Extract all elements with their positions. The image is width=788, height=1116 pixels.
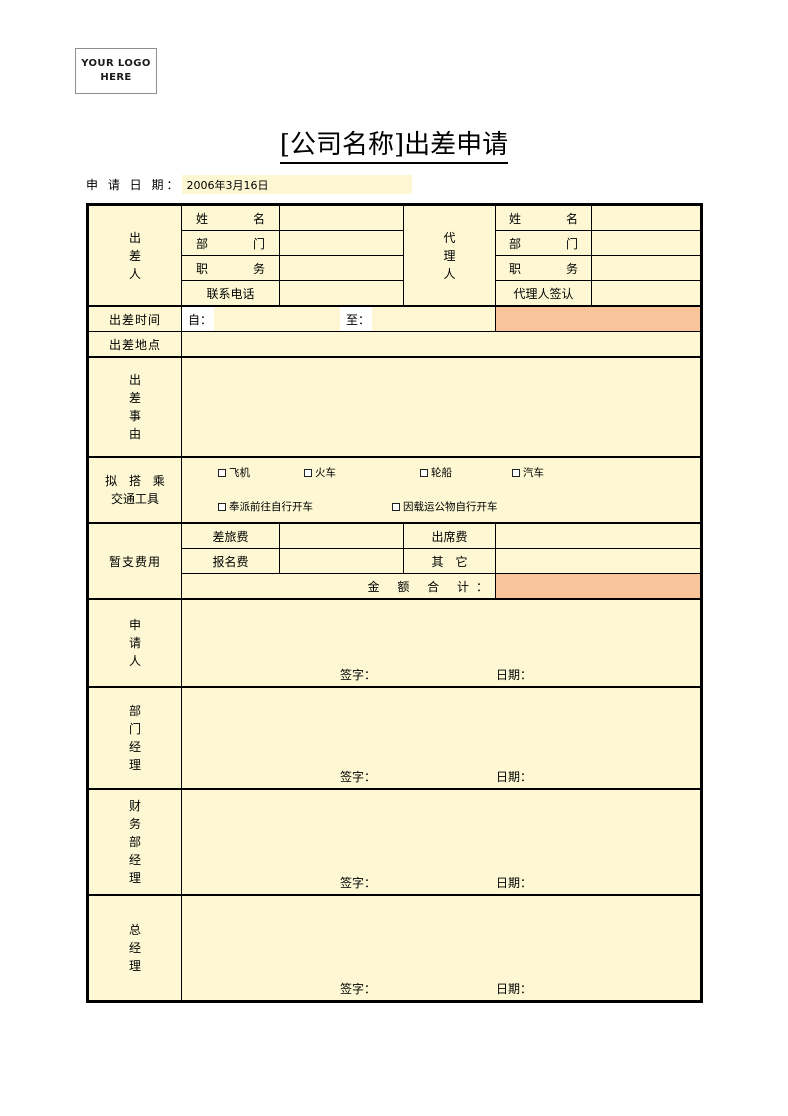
- signature-applicant-area[interactable]: 签字： 日期：: [181, 598, 703, 688]
- checkbox-icon[interactable]: [512, 468, 520, 477]
- agent-confirm-value[interactable]: [591, 280, 703, 307]
- traveler-name-label: 姓 名: [181, 203, 280, 231]
- expense-travel-value[interactable]: [279, 522, 404, 549]
- company-logo-placeholder: YOUR LOGO HERE: [75, 48, 157, 94]
- transport-label: 拟 搭 乘 交通工具: [86, 456, 182, 524]
- transport-options-row-1: 飞机 火车 轮船 汽车: [182, 465, 700, 480]
- traveler-phone-value[interactable]: [279, 280, 404, 307]
- row-signature-general-manager: 总经理 签字： 日期：: [86, 894, 703, 1003]
- traveler-phone-label: 联系电话: [181, 280, 280, 307]
- transport-option-plane[interactable]: 飞机: [218, 465, 304, 480]
- expense-total-value[interactable]: [495, 573, 703, 600]
- row-expense-1: 暂支费用 差旅费 出席费: [86, 522, 703, 600]
- signature-applicant-date-label: 日期：: [496, 668, 533, 682]
- travel-time-to-label: 至：: [340, 307, 373, 331]
- travel-time-range[interactable]: 自： 至：: [181, 305, 496, 332]
- row-signature-finance-manager: 财务部经理 签字： 日期：: [86, 788, 703, 896]
- expense-travel-label: 差旅费: [181, 522, 280, 549]
- travel-application-table: 出差人 姓 名 代理人 姓 名 部 门 部 门 职 务 职 务 联系电话 代理人…: [86, 203, 703, 1003]
- agent-department-label: 部 门: [495, 230, 592, 256]
- checkbox-icon[interactable]: [392, 502, 400, 511]
- transport-option-train[interactable]: 火车: [304, 465, 420, 480]
- transport-option-bus[interactable]: 汽车: [512, 465, 544, 480]
- application-date-value[interactable]: 2006年3月16日: [182, 175, 413, 194]
- signature-general-manager-area[interactable]: 签字： 日期：: [181, 894, 703, 1003]
- row-signature-dept-manager: 部门经理 签字： 日期：: [86, 686, 703, 790]
- agent-department-value[interactable]: [591, 230, 703, 256]
- agent-section-label: 代理人: [403, 203, 496, 307]
- signature-applicant-label: 申请人: [86, 598, 182, 688]
- application-date-label: 申 请 日 期：: [86, 178, 182, 192]
- expense-total-label: 金 额 合 计：: [181, 573, 496, 600]
- transport-options-row-2: 奉派前往自行开车 因载运公物自行开车: [182, 480, 700, 514]
- travel-time-from-label: 自：: [182, 307, 215, 331]
- agent-name-value[interactable]: [591, 203, 703, 231]
- signature-dept-manager-sign-label: 签字：: [340, 770, 377, 784]
- logo-line-2: HERE: [100, 72, 132, 83]
- application-date-row: 申 请 日 期： 2006年3月16日: [86, 175, 413, 194]
- travel-time-to-value[interactable]: [372, 307, 459, 331]
- travel-time-label: 出差时间: [86, 305, 182, 332]
- signature-finance-manager-area[interactable]: 签字： 日期：: [181, 788, 703, 896]
- traveler-position-label: 职 务: [181, 255, 280, 281]
- signature-finance-manager-date-label: 日期：: [496, 876, 533, 890]
- traveler-position-value[interactable]: [279, 255, 404, 281]
- traveler-section-label: 出差人: [86, 203, 182, 307]
- logo-line-1: YOUR LOGO: [81, 58, 151, 69]
- travel-time-from-value[interactable]: [214, 307, 341, 331]
- signature-general-manager-date-label: 日期：: [496, 982, 533, 996]
- signature-finance-manager-label: 财务部经理: [86, 788, 182, 896]
- signature-finance-manager-sign-label: 签字：: [340, 876, 377, 890]
- transport-option-self-drive-assigned[interactable]: 奉派前往自行开车: [218, 499, 392, 514]
- traveler-name-value[interactable]: [279, 203, 404, 231]
- signature-general-manager-label: 总经理: [86, 894, 182, 1003]
- agent-position-label: 职 务: [495, 255, 592, 281]
- agent-position-value[interactable]: [591, 255, 703, 281]
- signature-dept-manager-label: 部门经理: [86, 686, 182, 790]
- expense-section-label: 暂支费用: [86, 522, 182, 600]
- expense-attendance-label: 出席费: [403, 522, 496, 549]
- page-title: [公司名称]出差申请: [0, 124, 788, 164]
- signature-dept-manager-date-label: 日期：: [496, 770, 533, 784]
- travel-reason-value[interactable]: [181, 356, 703, 458]
- travel-time-highlight-cell[interactable]: [495, 305, 703, 332]
- checkbox-icon[interactable]: [420, 468, 428, 477]
- traveler-department-label: 部 门: [181, 230, 280, 256]
- agent-confirm-label: 代理人签认: [495, 280, 592, 307]
- row-travel-reason: 出差事由: [86, 356, 703, 458]
- travel-place-value[interactable]: [181, 331, 703, 358]
- page-title-text: [公司名称]出差申请: [279, 130, 509, 164]
- traveler-department-value[interactable]: [279, 230, 404, 256]
- signature-applicant-sign-label: 签字：: [340, 668, 377, 682]
- checkbox-icon[interactable]: [304, 468, 312, 477]
- travel-reason-label: 出差事由: [86, 356, 182, 458]
- expense-attendance-value[interactable]: [495, 522, 703, 549]
- signature-general-manager-sign-label: 签字：: [340, 982, 377, 996]
- row-name: 出差人 姓 名 代理人 姓 名: [86, 203, 703, 307]
- expense-registration-label: 报名费: [181, 548, 280, 574]
- signature-dept-manager-area[interactable]: 签字： 日期：: [181, 686, 703, 790]
- travel-place-label: 出差地点: [86, 331, 182, 358]
- row-transport: 拟 搭 乘 交通工具 飞机 火车 轮船 汽车 奉派前往自行开车 因载运公物自行开…: [86, 456, 703, 524]
- checkbox-icon[interactable]: [218, 468, 226, 477]
- expense-registration-value[interactable]: [279, 548, 404, 574]
- checkbox-icon[interactable]: [218, 502, 226, 511]
- row-signature-applicant: 申请人 签字： 日期：: [86, 598, 703, 688]
- row-travel-time: 出差时间 自： 至：: [86, 305, 703, 332]
- transport-option-ship[interactable]: 轮船: [420, 465, 512, 480]
- expense-other-label: 其 它: [403, 548, 496, 574]
- expense-other-value[interactable]: [495, 548, 703, 574]
- agent-name-label: 姓 名: [495, 203, 592, 231]
- transport-options: 飞机 火车 轮船 汽车 奉派前往自行开车 因载运公物自行开车: [181, 456, 703, 524]
- row-travel-place: 出差地点: [86, 331, 703, 358]
- transport-option-self-drive-cargo[interactable]: 因载运公物自行开车: [392, 499, 498, 514]
